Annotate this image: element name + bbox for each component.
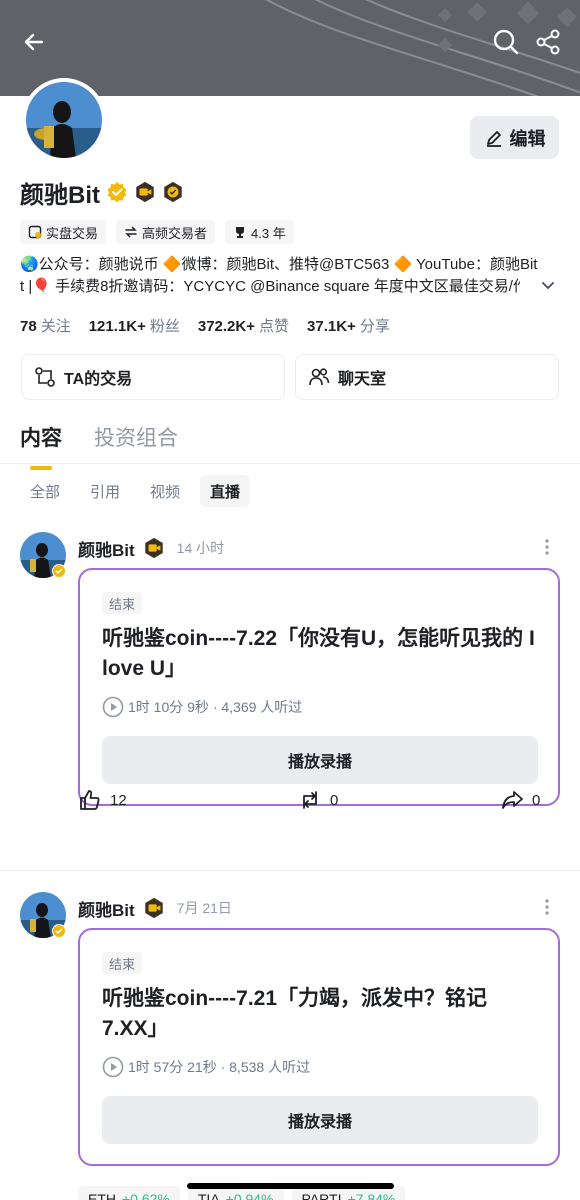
- profile-stats: 78 关注 121.1K+ 粉丝 372.2K+ 点赞 37.1K+ 分享: [20, 315, 390, 336]
- tab-portfolio[interactable]: 投资组合: [94, 422, 178, 464]
- post-time: 7月 21日: [176, 900, 232, 916]
- share-icon: [536, 29, 560, 55]
- live-creator-badge-icon: [136, 181, 154, 203]
- tag-real-trading: 实盘交易: [20, 220, 107, 244]
- trophy-icon: [236, 227, 245, 238]
- filter-live[interactable]: 直播: [200, 475, 251, 507]
- edit-label: 编辑: [509, 128, 546, 149]
- profile-banner: [0, 0, 580, 96]
- swap-icon: [125, 226, 137, 238]
- live-title: 听驰鉴coin----7.21「力竭，派发中？铭记7.XX」: [102, 987, 488, 1040]
- filter-all[interactable]: 全部: [20, 475, 70, 507]
- profile-name: 颜驰Bit: [20, 181, 100, 209]
- home-indicator[interactable]: [187, 1183, 394, 1189]
- play-circle-icon: [102, 1056, 124, 1078]
- bio-line-1: 🌏公众号：颜驰说币 🔶微博：颜驰Bit、推特@BTC563 🔶 YouTube：…: [20, 256, 538, 273]
- trade-icon: [35, 367, 55, 387]
- share-post-button[interactable]: 0: [500, 788, 540, 812]
- post-time: 14 小时: [176, 540, 225, 556]
- stat-shares: 37.1K+ 分享: [307, 318, 390, 335]
- arrow-left-icon: [24, 33, 44, 51]
- verified-badge-icon: [52, 564, 66, 578]
- play-replay-button[interactable]: 播放录播: [102, 736, 538, 784]
- ta-trades-button[interactable]: TA的交易: [21, 354, 285, 400]
- stat-likes: 372.2K+ 点赞: [197, 318, 290, 335]
- repost-icon: [303, 791, 317, 809]
- tab-content[interactable]: 内容: [20, 422, 62, 470]
- live-meta: 1时 10分 9秒 · 4,369 人听过: [102, 696, 302, 718]
- stat-followers[interactable]: 121.1K+ 粉丝: [89, 315, 180, 336]
- tabs-divider: [0, 463, 580, 464]
- ticker-chip[interactable]: ETH +0.62%: [78, 1186, 180, 1200]
- thumbs-up-icon: [80, 790, 100, 810]
- live-title: 听驰鉴coin----7.22「你没有U，怎能听见我的 I love U」: [102, 627, 535, 680]
- live-replay-card[interactable]: 结束 听驰鉴coin----7.21「力竭，派发中？铭记7.XX」 1时 57分…: [78, 928, 560, 1166]
- play-replay-button[interactable]: 播放录播: [102, 1096, 538, 1144]
- live-replay-card[interactable]: 结束 听驰鉴coin----7.22「你没有U，怎能听见我的 I love U」…: [78, 568, 560, 806]
- pencil-icon: [486, 130, 501, 147]
- chevron-down-icon[interactable]: [540, 278, 556, 294]
- more-options-icon[interactable]: [538, 538, 556, 556]
- post-header: 颜驰Bit 7月 21日: [78, 896, 232, 920]
- status-badge: 结束: [102, 952, 143, 974]
- post-item[interactable]: 颜驰Bit 7月 21日 结束 听驰鉴coin----7.21「力竭，派发中？铭…: [0, 892, 580, 1172]
- tag-years: 4.3 年: [225, 220, 294, 244]
- back-button[interactable]: [18, 26, 50, 58]
- filter-quotes[interactable]: 引用: [80, 475, 130, 507]
- verified-badge-icon: [52, 924, 66, 938]
- profile-bio[interactable]: 🌏公众号：颜驰说币 🔶微博：颜驰Bit、推特@BTC563 🔶 YouTube：…: [20, 254, 560, 298]
- post-item[interactable]: 颜驰Bit 14 小时 结束 听驰鉴coin----7.22「你没有U，怎能听见…: [0, 532, 580, 832]
- edit-profile-button[interactable]: 编辑: [470, 116, 559, 159]
- post-header: 颜驰Bit 14 小时: [78, 536, 224, 560]
- post-author[interactable]: 颜驰Bit: [78, 536, 135, 561]
- tag-high-frequency: 高频交易者: [116, 220, 216, 244]
- profile-tabs: 内容 投资组合: [20, 422, 178, 470]
- share-button[interactable]: [532, 26, 564, 58]
- more-options-icon[interactable]: [538, 898, 556, 916]
- avatar-image: [26, 82, 102, 158]
- post-author[interactable]: 颜驰Bit: [78, 896, 135, 921]
- group-icon: [309, 368, 330, 386]
- profile-tags: 实盘交易 高频交易者 4.3 年: [20, 220, 294, 244]
- profile-avatar[interactable]: [22, 78, 106, 162]
- forward-icon: [502, 791, 523, 809]
- search-icon: [493, 29, 519, 55]
- search-button[interactable]: [490, 26, 522, 58]
- stat-following[interactable]: 78 关注: [20, 315, 71, 336]
- chatroom-button[interactable]: 聊天室: [295, 354, 559, 400]
- status-badge: 结束: [102, 592, 143, 614]
- live-meta: 1时 57分 21秒 · 8,538 人听过: [102, 1056, 310, 1078]
- play-circle-icon: [102, 696, 124, 718]
- bio-line-2: t |🎈 手续费8折邀请码：YCYCYC @Binance square 年度中…: [20, 278, 520, 295]
- post-divider: [0, 870, 580, 871]
- live-creator-badge-icon: [144, 897, 163, 919]
- exchange-icon: [28, 225, 42, 239]
- name-row: 颜驰Bit: [20, 176, 184, 209]
- repost-button[interactable]: 0: [298, 788, 338, 812]
- content-filters: 全部 引用 视频 直播: [20, 475, 251, 507]
- like-button[interactable]: 12: [78, 788, 127, 812]
- verified-badge-icon: [107, 182, 127, 203]
- achievement-badge-icon: [164, 181, 182, 203]
- post-actions: 12 0 0: [0, 788, 580, 816]
- live-creator-badge-icon: [144, 537, 163, 559]
- filter-videos[interactable]: 视频: [140, 475, 190, 507]
